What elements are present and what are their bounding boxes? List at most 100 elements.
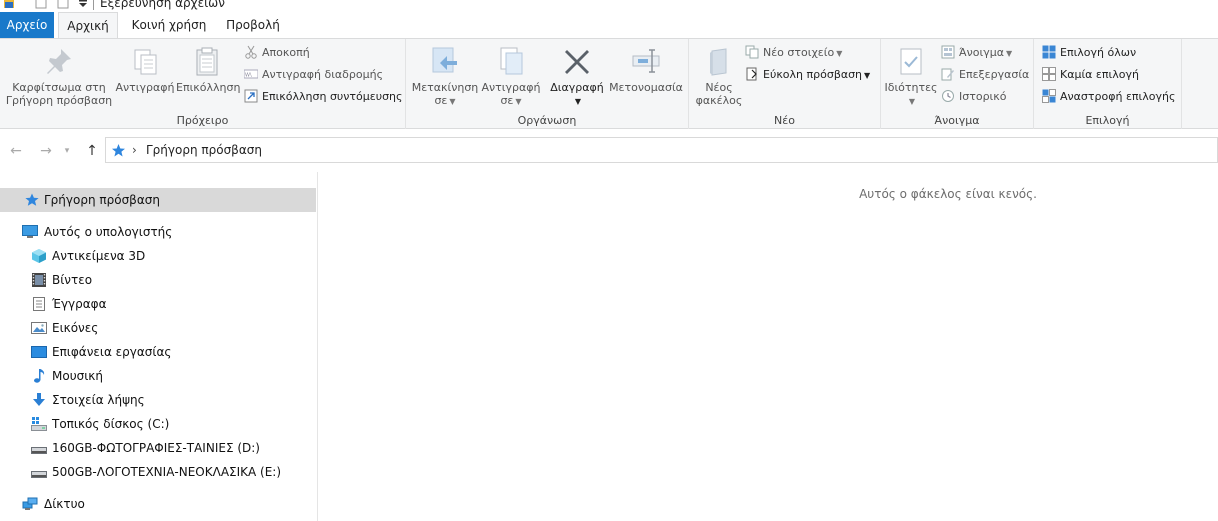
select-all-icon [1042, 45, 1056, 59]
invert-selection-label: Αναστροφή επιλογής [1060, 90, 1176, 103]
nav-item-network[interactable]: Δίκτυο [0, 492, 316, 516]
paste-shortcut-button[interactable]: Επικόλληση συντόμευσης [244, 87, 402, 107]
cut-button[interactable]: Αποκοπή [244, 43, 310, 63]
empty-folder-message: Αυτός ο φάκελος είναι κενός. [859, 187, 1037, 201]
properties-label: Ιδιότητες [884, 81, 938, 94]
group-select-label: Επιλογή [1085, 114, 1130, 127]
quick-access-star-icon [25, 193, 39, 206]
svg-text:W\: W\ [245, 73, 252, 79]
tab-view[interactable]: Προβολή [218, 12, 288, 38]
file-list-area[interactable]: Αυτός ο φάκελος είναι κενός. [318, 172, 1218, 521]
breadcrumb-chevron-icon[interactable]: › [132, 138, 137, 162]
nav-label-3d-objects: Αντικείμενα 3D [52, 249, 146, 263]
up-arrow-icon[interactable]: ↑ [82, 140, 102, 162]
tab-file[interactable]: Αρχείο [0, 12, 54, 38]
ribbon: Καρφίτσωμα στη Γρήγορη πρόσβαση Αντιγραφ… [0, 38, 1218, 129]
invert-selection-icon [1042, 89, 1056, 103]
copy-to-label-line1: Αντιγραφή [481, 81, 541, 94]
nav-label-this-pc: Αυτός ο υπολογιστής [44, 225, 173, 239]
open-button[interactable]: Άνοιγμα ▼ [941, 43, 1012, 63]
quick-access-toolbar [4, 0, 87, 9]
select-all-label: Επιλογή όλων [1060, 46, 1137, 59]
new-folder-button[interactable]: Νέος φακέλος [693, 45, 745, 107]
back-arrow-icon[interactable]: ← [6, 140, 26, 162]
nav-item-documents[interactable]: Έγγραφα [0, 292, 316, 316]
nav-item-drive-d[interactable]: 160GB-ΦΩΤΟΓΡΑΦΙΕΣ-ΤΑΙΝΙΕΣ (D:) [0, 436, 316, 460]
group-clipboard: Καρφίτσωμα στη Γρήγορη πρόσβαση Αντιγραφ… [0, 39, 406, 129]
clipboard-icon [196, 47, 218, 76]
edit-button[interactable]: Επεξεργασία [941, 65, 1029, 85]
pin-icon [47, 49, 71, 74]
pin-to-quick-access-button[interactable]: Καρφίτσωμα στη Γρήγορη πρόσβαση [4, 45, 114, 107]
breadcrumb-quick-access[interactable]: Γρήγορη πρόσβαση [146, 138, 262, 162]
copy-button[interactable]: Αντιγραφή [114, 45, 176, 94]
nav-item-drive-e[interactable]: 500GB-ΛΟΓΟΤΕΧΝΙΑ-ΝΕΟΚΛΑΣΙΚΑ (E:) [0, 460, 316, 484]
nav-item-3d-objects[interactable]: Αντικείμενα 3D [0, 244, 316, 268]
properties-button[interactable]: Ιδιότητες ▼ [883, 45, 939, 108]
nav-label-drive-c: Τοπικός δίσκος (C:) [52, 417, 170, 431]
new-folder-icon [710, 48, 727, 76]
copy-label: Αντιγραφή [115, 81, 175, 94]
new-item-icon [745, 45, 759, 59]
new-folder-qa-icon [57, 0, 69, 9]
chevron-down-icon: ▼ [908, 97, 916, 106]
nav-label-documents: Έγγραφα [52, 297, 107, 311]
delete-label: Διαγραφή [550, 81, 604, 94]
tab-home[interactable]: Αρχική [58, 12, 118, 39]
chevron-down-icon: ▼ [864, 71, 871, 80]
address-bar[interactable]: › Γρήγορη πρόσβαση [105, 137, 1218, 163]
nav-item-quick-access[interactable]: Γρήγορη πρόσβαση [0, 188, 316, 212]
document-icon [33, 297, 45, 311]
copy-icon [134, 49, 157, 75]
select-all-button[interactable]: Επιλογή όλων [1042, 43, 1136, 63]
new-item-button[interactable]: Νέο στοιχείο ▼ [745, 43, 842, 63]
nav-item-drive-c[interactable]: Τοπικός δίσκος (C:) [0, 412, 316, 436]
tab-share[interactable]: Κοινή χρήση [124, 12, 214, 38]
network-icon [22, 497, 38, 510]
easy-access-icon [746, 67, 757, 81]
nav-item-videos[interactable]: Βίντεο [0, 268, 316, 292]
move-to-label-line1: Μετακίνηση [411, 81, 479, 94]
nav-item-desktop[interactable]: Επιφάνεια εργασίας [0, 340, 316, 364]
copy-to-button[interactable]: Αντιγραφή σε ▼ [478, 45, 544, 108]
new-folder-label-line2: φακέλος [695, 94, 743, 107]
history-button[interactable]: Ιστορικό [941, 87, 1007, 107]
nav-item-this-pc[interactable]: Αυτός ο υπολογιστής [0, 220, 316, 244]
chevron-down-icon: ▼ [515, 97, 522, 106]
copy-path-icon: W\ [244, 69, 258, 79]
properties-check-icon [35, 0, 47, 9]
nav-label-drive-e: 500GB-ΛΟΓΟΤΕΧΝΙΑ-ΝΕΟΚΛΑΣΙΚΑ (E:) [52, 465, 282, 479]
delete-button[interactable]: Διαγραφή ▼ [546, 45, 608, 108]
select-none-button[interactable]: Καμία επιλογή [1042, 65, 1139, 85]
move-to-icon [432, 47, 457, 73]
delete-x-icon [565, 50, 589, 74]
chevron-down-icon: ▼ [574, 97, 582, 106]
invert-selection-button[interactable]: Αναστροφή επιλογής [1042, 87, 1175, 107]
history-icon [942, 90, 954, 102]
group-clipboard-label: Πρόχειρο [176, 114, 229, 127]
move-to-button[interactable]: Μετακίνηση σε ▼ [410, 45, 480, 108]
nav-label-quick-access: Γρήγορη πρόσβαση [44, 193, 160, 207]
scissors-icon [245, 45, 257, 59]
edit-label: Επεξεργασία [959, 68, 1030, 81]
music-note-icon [34, 369, 45, 383]
easy-access-label: Εύκολη πρόσβαση [763, 68, 863, 81]
nav-item-downloads[interactable]: Στοιχεία λήψης [0, 388, 316, 412]
navigation-bar: ← → ▾ ↑ › Γρήγορη πρόσβαση [0, 137, 1218, 165]
open-icon [941, 45, 955, 59]
rename-button[interactable]: Μετονομασία [608, 45, 684, 94]
navigation-pane: Γρήγορη πρόσβαση Αυτός ο υπολογιστής Αντ… [0, 172, 318, 521]
easy-access-button[interactable]: Εύκολη πρόσβαση ▼ [745, 65, 870, 85]
nav-item-music[interactable]: Μουσική [0, 364, 316, 388]
cut-label: Αποκοπή [262, 46, 310, 59]
select-none-label: Καμία επιλογή [1060, 68, 1139, 81]
copy-path-button[interactable]: W\ Αντιγραφή διαδρομής [244, 65, 383, 85]
group-new: Νέος φακέλος Νέο στοιχείο ▼ Εύκολη πρόσβα… [689, 39, 881, 129]
paste-button[interactable]: Επικόλληση [176, 45, 240, 94]
recent-locations-chevron-icon[interactable]: ▾ [60, 140, 74, 162]
nav-label-network: Δίκτυο [44, 497, 85, 511]
forward-arrow-icon[interactable]: → [36, 140, 56, 162]
nav-item-pictures[interactable]: Εικόνες [0, 316, 316, 340]
paste-shortcut-icon [244, 89, 258, 103]
nav-label-pictures: Εικόνες [52, 321, 99, 335]
